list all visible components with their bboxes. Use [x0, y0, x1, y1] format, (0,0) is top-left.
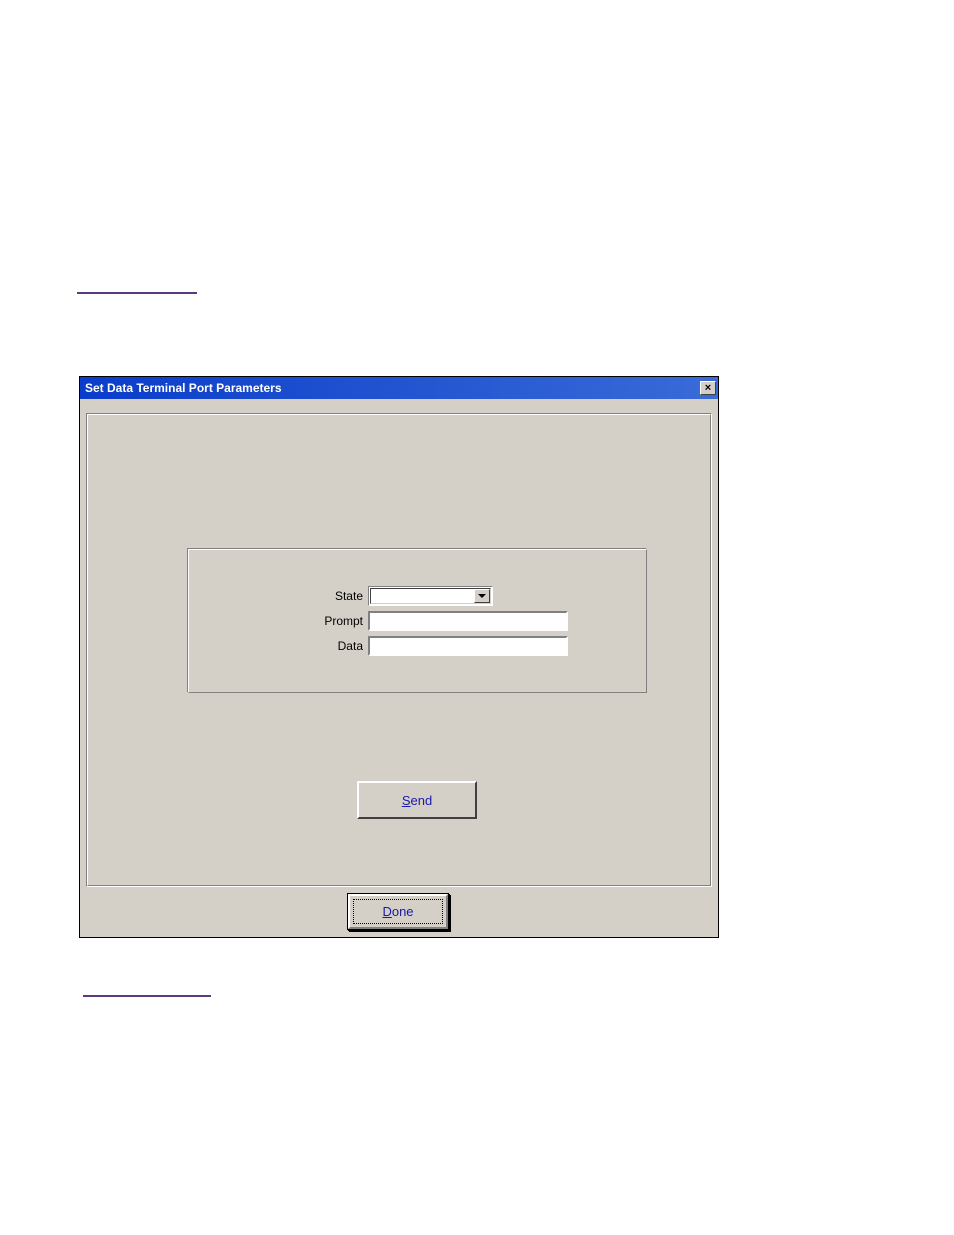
data-label: Data — [288, 639, 368, 653]
close-icon: × — [705, 383, 711, 394]
done-button-wrapper: Done — [347, 893, 449, 930]
decorative-line — [77, 292, 197, 294]
send-mnemonic: S — [402, 793, 411, 808]
state-label: State — [288, 589, 368, 603]
dialog-window: Set Data Terminal Port Parameters × Stat… — [79, 376, 719, 938]
state-select[interactable] — [368, 586, 493, 606]
send-button[interactable]: Send — [357, 781, 477, 819]
dialog-title: Set Data Terminal Port Parameters — [85, 381, 282, 395]
done-button[interactable]: Done — [348, 894, 448, 929]
prompt-row: Prompt — [288, 611, 568, 631]
close-button[interactable]: × — [700, 381, 716, 395]
title-bar: Set Data Terminal Port Parameters × — [80, 377, 718, 399]
prompt-input[interactable] — [368, 611, 568, 631]
prompt-label: Prompt — [288, 614, 368, 628]
data-row: Data — [288, 636, 568, 656]
state-row: State — [288, 586, 493, 606]
data-input[interactable] — [368, 636, 568, 656]
form-group: State Prompt Data — [187, 548, 647, 693]
chevron-down-icon — [478, 594, 486, 598]
dropdown-button[interactable] — [474, 589, 490, 603]
decorative-line — [83, 995, 211, 997]
send-rest: end — [410, 793, 432, 808]
dialog-body: State Prompt Data Send — [86, 413, 712, 887]
focus-indicator — [353, 899, 443, 924]
